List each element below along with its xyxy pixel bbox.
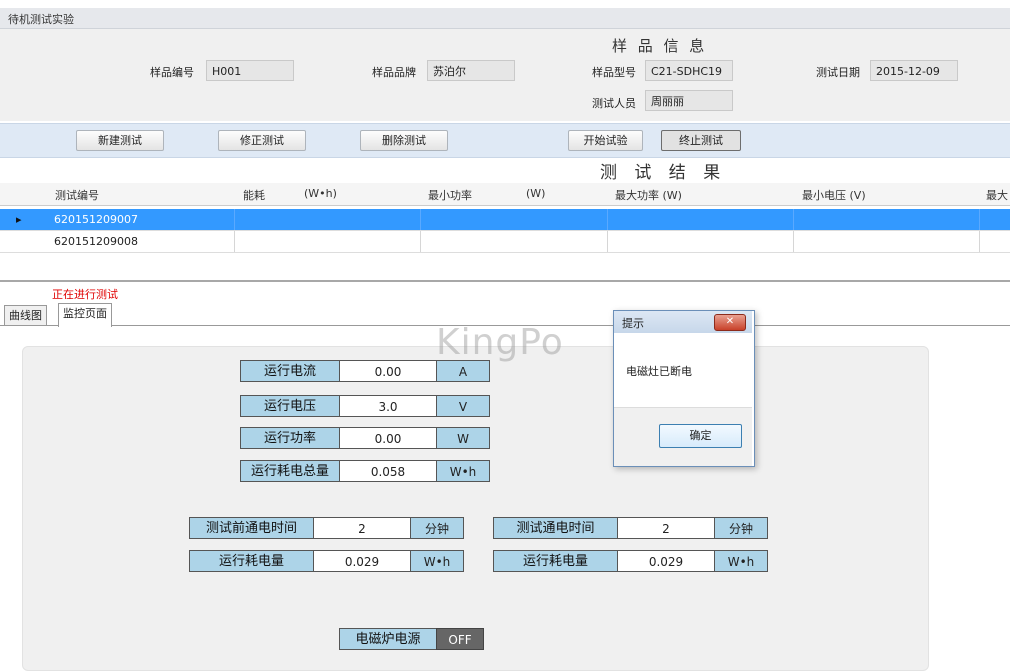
sample-info-panel: 样 品 信 息 样品编号 H001 样品品牌 苏泊尔 样品型号 C21-SDHC… [0,29,1010,121]
table-header: 测试编号 能耗 (W•h) 最小功率 (W) 最大功率 (W) 最小电压 (V)… [0,183,1010,206]
divider [979,231,980,252]
table-row[interactable]: 620151209008 [0,231,1010,253]
power-label: 运行功率 [240,427,340,449]
pre-time-value: 2 [313,517,411,539]
stop-test-button[interactable]: 终止测试 [661,130,741,151]
sample-info-heading: 样 品 信 息 [612,37,708,55]
col-header-energy[interactable]: 能耗 [243,187,265,203]
pre-time-label: 测试前通电时间 [189,517,314,539]
alert-dialog: 提示 ✕ 电磁灶已断电 确定 [613,310,755,467]
table-row[interactable]: ▸ 620151209007 [0,209,1010,231]
row-id-cell[interactable]: 620151209008 [50,231,235,252]
pre-energy-value: 0.029 [313,550,411,572]
tab-curve[interactable]: 曲线图 [4,305,47,325]
col-header-energy-unit: (W•h) [304,187,337,200]
col-header-min-power-unit: (W) [526,187,546,200]
divider [793,231,794,252]
watermark: KingPo [436,322,564,363]
sample-no-label: 样品编号 [150,66,194,79]
divider [420,209,421,230]
test-time-label: 测试通电时间 [493,517,618,539]
row-id-cell[interactable]: 620151209007 [50,209,235,230]
tester-field[interactable]: 周丽丽 [645,90,733,111]
divider [793,209,794,230]
pre-time-unit: 分钟 [410,517,464,539]
voltage-value: 3.0 [339,395,437,417]
brand-label: 样品品牌 [372,66,416,79]
current-label: 运行电流 [240,360,340,382]
energy-total-value: 0.058 [339,460,437,482]
brand-field[interactable]: 苏泊尔 [427,60,515,81]
col-header-max-power[interactable]: 最大功率 (W) [615,187,682,203]
start-test-button[interactable]: 开始试验 [568,130,643,151]
sample-no-field[interactable]: H001 [206,60,294,81]
current-unit: A [436,360,490,382]
results-heading: 测 试 结 果 [600,163,727,183]
power-source-label: 电磁炉电源 [339,628,437,650]
divider [234,209,235,230]
divider [0,280,1010,282]
window-titlebar: 待机测试实验 [0,8,1010,29]
test-energy-value: 0.029 [617,550,715,572]
divider [607,231,608,252]
test-time-unit: 分钟 [714,517,768,539]
model-label: 样品型号 [592,66,636,79]
model-field[interactable]: C21-SDHC19 [645,60,733,81]
power-source-status: OFF [436,628,484,650]
pre-energy-label: 运行耗电量 [189,550,314,572]
toolbar: 新建测试 修正测试 删除测试 开始试验 终止测试 [0,123,1010,158]
col-header-min-voltage[interactable]: 最小电压 (V) [802,187,866,203]
delete-test-button[interactable]: 删除测试 [360,130,448,151]
divider [607,209,608,230]
tab-monitor[interactable]: 监控页面 [58,303,112,327]
voltage-label: 运行电压 [240,395,340,417]
energy-total-label: 运行耗电总量 [240,460,340,482]
date-field[interactable]: 2015-12-09 [870,60,958,81]
results-heading-bar: 测 试 结 果 [0,157,1010,183]
voltage-unit: V [436,395,490,417]
test-time-value: 2 [617,517,715,539]
tester-label: 测试人员 [592,97,636,110]
new-test-button[interactable]: 新建测试 [76,130,164,151]
energy-total-unit: W•h [436,460,490,482]
col-header-id[interactable]: 测试编号 [55,187,99,203]
power-value: 0.00 [339,427,437,449]
test-energy-unit: W•h [714,550,768,572]
divider [234,231,235,252]
test-energy-label: 运行耗电量 [493,550,618,572]
close-icon[interactable]: ✕ [714,314,746,331]
dialog-title: 提示 [622,317,644,330]
divider [979,209,980,230]
row-selector-icon: ▸ [16,213,22,226]
power-unit: W [436,427,490,449]
window-title: 待机测试实验 [8,13,74,26]
dialog-message: 电磁灶已断电 [626,365,692,378]
status-text: 正在进行测试 [52,288,118,301]
col-header-min-power[interactable]: 最小功率 [428,187,472,203]
pre-energy-unit: W•h [410,550,464,572]
dialog-titlebar: 提示 ✕ [614,311,752,333]
ok-button[interactable]: 确定 [659,424,742,448]
divider [420,231,421,252]
modify-test-button[interactable]: 修正测试 [218,130,306,151]
current-value: 0.00 [339,360,437,382]
col-header-max-voltage[interactable]: 最大 [986,187,1008,203]
dialog-footer: 确定 [614,407,752,466]
date-label: 测试日期 [816,66,860,79]
